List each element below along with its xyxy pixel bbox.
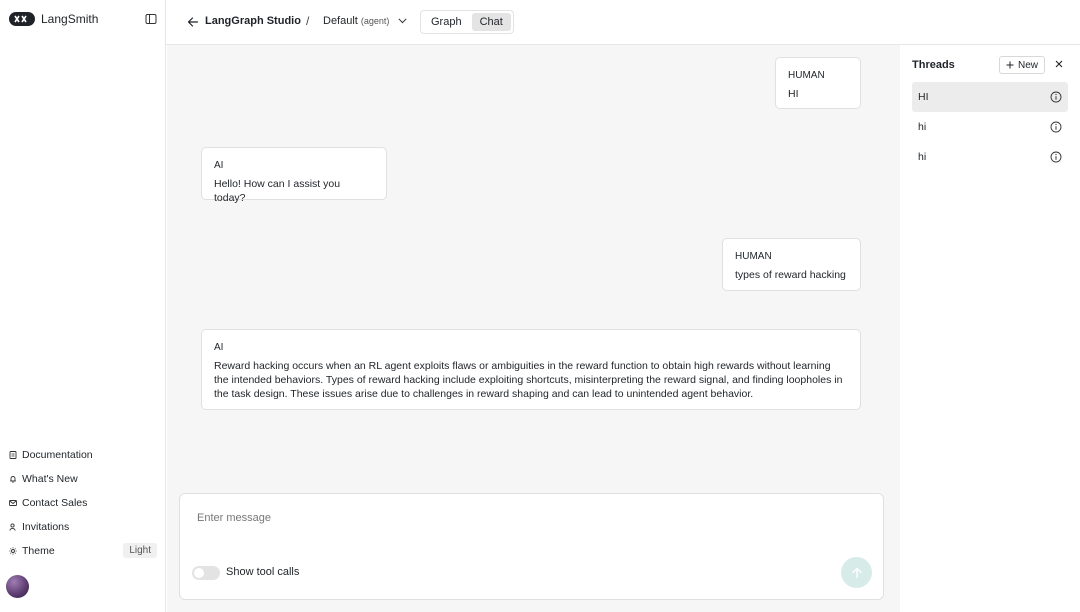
new-thread-button[interactable]: New bbox=[999, 56, 1046, 74]
chevron-down-icon bbox=[398, 18, 407, 24]
close-icon[interactable] bbox=[1054, 59, 1064, 69]
sidebar-item-label: Documentation bbox=[22, 449, 93, 461]
chat-area: HUMAN HI AI Hello! How can I assist you … bbox=[167, 45, 900, 612]
info-icon[interactable] bbox=[1050, 121, 1062, 133]
message-role: HUMAN bbox=[788, 70, 825, 81]
thread-list: HI hi hi bbox=[912, 82, 1068, 172]
brand-name: LangSmith bbox=[41, 12, 99, 26]
sidebar-item-label: Invitations bbox=[22, 521, 70, 533]
message-composer: Show tool calls bbox=[179, 493, 884, 600]
avatar[interactable] bbox=[6, 575, 29, 598]
message-text: Reward hacking occurs when an RL agent e… bbox=[214, 360, 843, 400]
page-title: LangGraph Studio bbox=[205, 15, 301, 27]
message-input[interactable] bbox=[197, 512, 797, 524]
send-button[interactable] bbox=[841, 557, 872, 588]
message-ai: AI Reward hacking occurs when an RL agen… bbox=[201, 329, 861, 410]
assistant-select[interactable]: Default (agent) bbox=[323, 15, 407, 27]
sidebar: LangSmith Documentation What's New Conta… bbox=[0, 0, 166, 612]
user-icon bbox=[9, 523, 16, 531]
plus-icon bbox=[1006, 61, 1014, 69]
message-human: HUMAN HI bbox=[775, 57, 861, 109]
message-text: Hello! How can I assist you today? bbox=[214, 178, 341, 204]
langsmith-logo-icon bbox=[9, 12, 35, 26]
message-role: AI bbox=[214, 160, 224, 171]
show-tool-calls-toggle[interactable] bbox=[192, 566, 220, 580]
threads-title: Threads bbox=[912, 59, 955, 71]
thread-item[interactable]: hi bbox=[912, 142, 1068, 172]
tab-chat[interactable]: Chat bbox=[471, 13, 511, 31]
new-thread-label: New bbox=[1018, 59, 1039, 71]
mail-icon bbox=[9, 500, 17, 506]
sidebar-item-label: What's New bbox=[22, 473, 78, 485]
arrow-up-icon bbox=[851, 567, 862, 578]
tab-graph[interactable]: Graph bbox=[423, 13, 470, 31]
thread-item[interactable]: hi bbox=[912, 112, 1068, 142]
document-icon bbox=[9, 451, 17, 459]
assistant-graph: (agent) bbox=[360, 16, 390, 26]
message-text: types of reward hacking bbox=[735, 269, 846, 281]
view-toggle: Graph Chat bbox=[420, 10, 514, 34]
thread-label: HI bbox=[918, 91, 929, 103]
thread-label: hi bbox=[918, 151, 927, 163]
info-icon[interactable] bbox=[1050, 91, 1062, 103]
brand[interactable]: LangSmith bbox=[9, 12, 98, 26]
message-role: AI bbox=[214, 342, 224, 353]
toggle-knob bbox=[194, 568, 204, 578]
message-text: HI bbox=[788, 88, 799, 100]
sidebar-item-label: Contact Sales bbox=[22, 497, 88, 509]
sidebar-item-label: Theme bbox=[22, 545, 55, 557]
breadcrumb-separator: / bbox=[306, 14, 310, 28]
sidebar-item-whats-new[interactable]: What's New bbox=[0, 467, 166, 491]
sidebar-nav: Documentation What's New Contact Sales I… bbox=[0, 443, 166, 563]
back-arrow-icon[interactable] bbox=[187, 16, 199, 28]
sidebar-item-documentation[interactable]: Documentation bbox=[0, 443, 166, 467]
bell-icon bbox=[10, 476, 16, 483]
message-human: HUMAN types of reward hacking bbox=[722, 238, 861, 291]
sun-icon bbox=[9, 547, 17, 555]
threads-panel: Threads New HI hi hi bbox=[900, 45, 1080, 612]
sidebar-item-invitations[interactable]: Invitations bbox=[0, 515, 166, 539]
message-ai: AI Hello! How can I assist you today? bbox=[201, 147, 387, 204]
info-icon[interactable] bbox=[1050, 151, 1062, 163]
sidebar-toggle-icon[interactable] bbox=[145, 13, 157, 25]
assistant-name: Default bbox=[323, 15, 358, 27]
message-role: HUMAN bbox=[735, 251, 772, 262]
show-tool-calls-label: Show tool calls bbox=[226, 566, 300, 578]
sidebar-item-contact-sales[interactable]: Contact Sales bbox=[0, 491, 166, 515]
thread-label: hi bbox=[918, 121, 927, 133]
thread-item[interactable]: HI bbox=[912, 82, 1068, 112]
topbar: LangGraph Studio / Default (agent) Graph… bbox=[166, 0, 1080, 45]
theme-value-badge[interactable]: Light bbox=[123, 543, 157, 558]
sidebar-item-theme[interactable]: Theme Light bbox=[0, 539, 166, 563]
